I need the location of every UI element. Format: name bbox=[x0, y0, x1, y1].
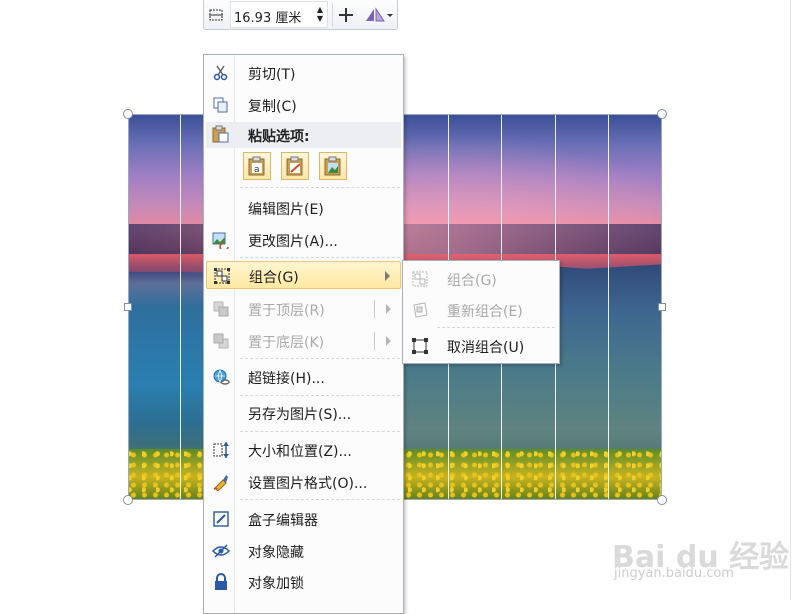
menu-item-save-as-picture[interactable]: 另存为图片(S)... bbox=[206, 399, 401, 427]
group-submenu: 组合(G) 重新组合(E) 取消组合(U) bbox=[402, 260, 560, 364]
menu-item-size-position[interactable]: 大小和位置(Z)... bbox=[206, 436, 401, 464]
watermark-url: jingyan.baidu.com bbox=[614, 566, 734, 581]
menu-item-label: 置于底层(K) bbox=[248, 335, 325, 351]
menu-item-copy[interactable]: 复制(C) bbox=[206, 91, 401, 119]
menu-item-label: 取消组合(U) bbox=[447, 340, 525, 356]
size-value: 16.93 厘米 bbox=[234, 11, 302, 26]
menu-item-label: 组合(G) bbox=[447, 273, 497, 289]
menu-item-label: 组合(G) bbox=[249, 270, 299, 286]
resize-handle-top-left[interactable] bbox=[123, 109, 133, 119]
menu-item-send-to-back[interactable]: 置于底层(K) bbox=[206, 327, 401, 355]
resize-handle-bottom-left[interactable] bbox=[123, 495, 133, 505]
ungroup-icon bbox=[410, 337, 430, 355]
menu-item-label: 更改图片(A)... bbox=[248, 234, 338, 250]
menu-item-label: 大小和位置(Z)... bbox=[248, 444, 352, 460]
menu-item-bring-to-front[interactable]: 置于顶层(R) bbox=[206, 295, 401, 323]
rotate-dropdown-icon[interactable] bbox=[360, 0, 396, 29]
menu-item-label: 盒子编辑器 bbox=[248, 513, 318, 529]
menu-separator bbox=[240, 257, 400, 258]
paste-brush-icon bbox=[286, 156, 303, 176]
bring-front-icon bbox=[211, 300, 231, 318]
resize-handle-right[interactable] bbox=[658, 303, 666, 311]
pencil-icon bbox=[211, 510, 231, 528]
menu-separator bbox=[240, 431, 400, 432]
split-divider bbox=[374, 300, 375, 318]
align-icon[interactable] bbox=[334, 0, 358, 29]
menu-item-edit-picture[interactable]: 编辑图片(E) bbox=[206, 194, 401, 222]
menu-item-label: 超链接(H)... bbox=[248, 371, 325, 387]
svg-text:a: a bbox=[254, 165, 260, 175]
menu-item-lock-object[interactable]: 对象加锁 bbox=[206, 568, 401, 596]
menu-item-change-picture[interactable]: 更改图片(A)... bbox=[206, 226, 401, 254]
menu-item-group[interactable]: 组合(G) bbox=[206, 261, 401, 289]
submenu-item-group[interactable]: 组合(G) bbox=[405, 265, 557, 293]
submenu-arrow-icon bbox=[385, 271, 390, 281]
width-size-field[interactable]: 16.93 厘米 ▲ ▼ bbox=[230, 1, 328, 28]
paste-merge-format-button[interactable] bbox=[281, 152, 309, 180]
submenu-arrow-icon bbox=[386, 336, 391, 346]
menu-separator bbox=[240, 499, 400, 500]
paste-picture-icon bbox=[324, 156, 341, 176]
clipboard-icon bbox=[211, 125, 229, 147]
menu-separator bbox=[240, 395, 400, 396]
paste-as-picture-button[interactable] bbox=[319, 152, 347, 180]
submenu-arrow-icon bbox=[386, 304, 391, 314]
hyperlink-icon bbox=[211, 368, 231, 386]
menu-item-label: 对象隐藏 bbox=[248, 545, 304, 561]
resize-handle-bottom-right[interactable] bbox=[657, 495, 667, 505]
menu-item-label: 复制(C) bbox=[248, 99, 297, 115]
menu-item-cut[interactable]: 剪切(T) bbox=[206, 59, 401, 87]
submenu-item-ungroup[interactable]: 取消组合(U) bbox=[405, 332, 557, 360]
menu-item-hyperlink[interactable]: 超链接(H)... bbox=[206, 363, 401, 391]
page-edge bbox=[790, 0, 791, 600]
context-menu: 剪切(T) 复制(C) 粘贴选项: a 编辑图片(E) 更改图片(A)... 组… bbox=[203, 54, 404, 614]
menu-item-label: 对象加锁 bbox=[248, 576, 304, 592]
paste-text-icon: a bbox=[248, 156, 265, 176]
paste-options-header: 粘贴选项: bbox=[206, 122, 401, 148]
resize-handle-left[interactable] bbox=[124, 303, 132, 311]
menu-item-label: 编辑图片(E) bbox=[248, 202, 324, 218]
split-divider bbox=[374, 332, 375, 350]
menu-item-label: 另存为图片(S)... bbox=[248, 407, 352, 423]
group-icon bbox=[212, 267, 232, 285]
submenu-item-regroup[interactable]: 重新组合(E) bbox=[405, 296, 557, 324]
menu-item-label: 剪切(T) bbox=[248, 67, 296, 83]
paste-options-label: 粘贴选项: bbox=[248, 129, 310, 145]
scissors-icon bbox=[211, 64, 231, 82]
menu-separator bbox=[437, 327, 555, 328]
menu-item-hide-object[interactable]: 对象隐藏 bbox=[206, 537, 401, 565]
eye-hidden-icon bbox=[211, 542, 231, 560]
menu-item-label: 设置图片格式(O)... bbox=[248, 476, 368, 492]
menu-separator bbox=[240, 358, 400, 359]
format-picture-icon bbox=[211, 473, 231, 491]
size-position-icon bbox=[211, 441, 231, 459]
resize-handle-top-right[interactable] bbox=[657, 109, 667, 119]
copy-icon bbox=[211, 96, 231, 114]
baidu-watermark: Bai du 经验 jingyan.baidu.com bbox=[612, 510, 789, 590]
mini-toolbar: 16.93 厘米 ▲ ▼ bbox=[203, 0, 398, 30]
menu-item-label: 置于顶层(R) bbox=[248, 303, 325, 319]
paste-keep-formatting-button[interactable]: a bbox=[243, 152, 271, 180]
size-spinner[interactable]: ▲ ▼ bbox=[317, 5, 323, 23]
lock-icon bbox=[211, 573, 231, 591]
menu-separator bbox=[240, 187, 400, 188]
menu-item-label: 重新组合(E) bbox=[447, 304, 523, 320]
send-back-icon bbox=[211, 332, 231, 350]
toolbar-divider bbox=[332, 3, 333, 27]
group-icon bbox=[410, 270, 430, 288]
crop-icon[interactable] bbox=[204, 0, 228, 29]
change-picture-icon bbox=[211, 231, 231, 249]
regroup-icon bbox=[410, 301, 430, 319]
menu-item-format-picture[interactable]: 设置图片格式(O)... bbox=[206, 468, 401, 496]
menu-item-box-editor[interactable]: 盒子编辑器 bbox=[206, 505, 401, 533]
